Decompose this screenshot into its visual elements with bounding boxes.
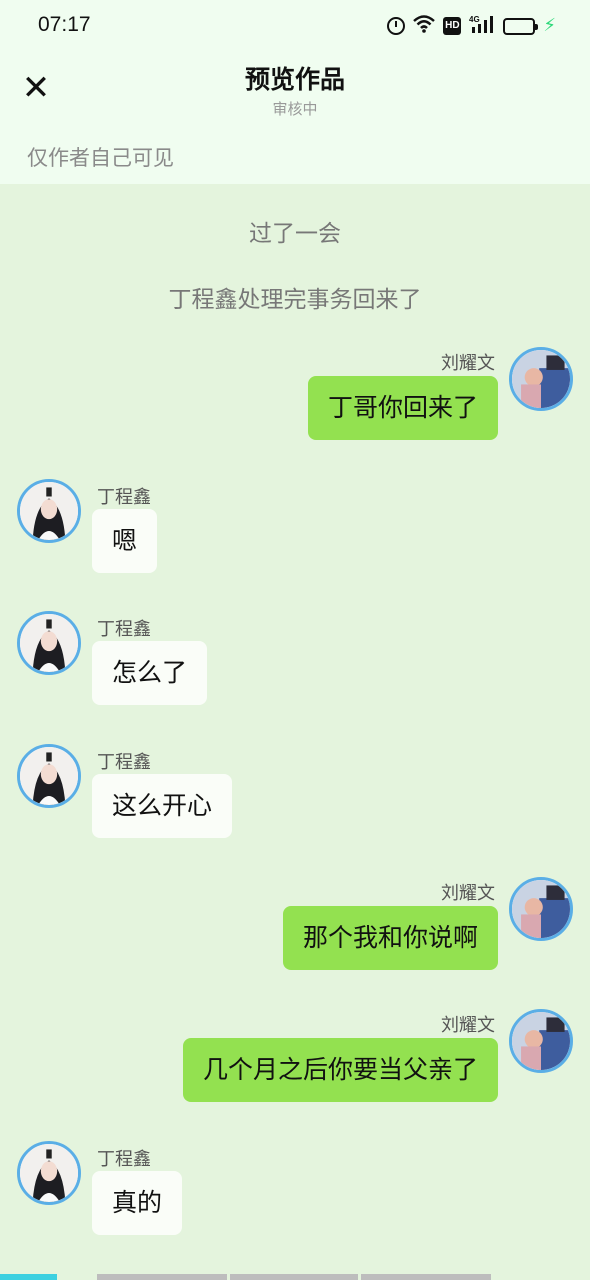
battery-icon (503, 17, 539, 35)
progress-segment (230, 1274, 358, 1280)
sender-name: 丁程鑫 (97, 752, 151, 773)
message-bubble[interactable]: 真的 (92, 1171, 183, 1235)
svg-text:4G: 4G (469, 15, 480, 24)
wifi-icon (413, 15, 436, 37)
status-icons: HD 4G ⚡ (387, 14, 556, 38)
avatar[interactable] (509, 347, 573, 411)
avatar[interactable] (509, 1009, 573, 1073)
message-bubble[interactable]: 嗯 (92, 509, 158, 573)
message-bubble[interactable]: 那个我和你说啊 (282, 906, 498, 970)
signal-icon: 4G (469, 14, 495, 38)
sender-name: 丁程鑫 (97, 487, 151, 508)
sender-name: 刘耀文 (441, 353, 495, 374)
avatar[interactable] (17, 1141, 81, 1205)
alarm-icon (387, 17, 406, 35)
progress-indicator (0, 1274, 590, 1280)
avatar[interactable] (509, 877, 573, 941)
sender-name: 丁程鑫 (97, 1149, 151, 1170)
header-area: 07:17 HD 4G ⚡ ✕ 预览作品 审核中 仅作者自己可见 (0, 0, 590, 184)
hd-icon: HD (443, 17, 462, 35)
message-bubble[interactable]: 丁哥你回来了 (307, 376, 498, 440)
avatar[interactable] (17, 611, 81, 675)
avatar[interactable] (17, 479, 81, 543)
sender-name: 刘耀文 (441, 1015, 495, 1036)
sender-name: 丁程鑫 (97, 619, 151, 640)
visibility-note: 仅作者自己可见 (27, 146, 174, 170)
progress-segment (97, 1274, 227, 1280)
status-time: 07:17 (38, 13, 91, 36)
message-bubble[interactable]: 几个月之后你要当父亲了 (182, 1038, 498, 1102)
status-bar: 07:17 HD 4G ⚡ (0, 0, 590, 52)
narration-text: 丁程鑫处理完事务回来了 (168, 287, 422, 313)
progress-segment (361, 1274, 491, 1280)
sender-name: 刘耀文 (441, 883, 495, 904)
page-title: 预览作品 (244, 65, 345, 94)
progress-segment-active (0, 1274, 57, 1280)
message-bubble[interactable]: 怎么了 (92, 641, 208, 705)
avatar[interactable] (17, 744, 81, 808)
narration-text: 过了一会 (249, 221, 341, 247)
page-subtitle: 审核中 (272, 100, 318, 118)
charging-icon: ⚡ (543, 15, 556, 36)
message-bubble[interactable]: 这么开心 (92, 774, 233, 838)
